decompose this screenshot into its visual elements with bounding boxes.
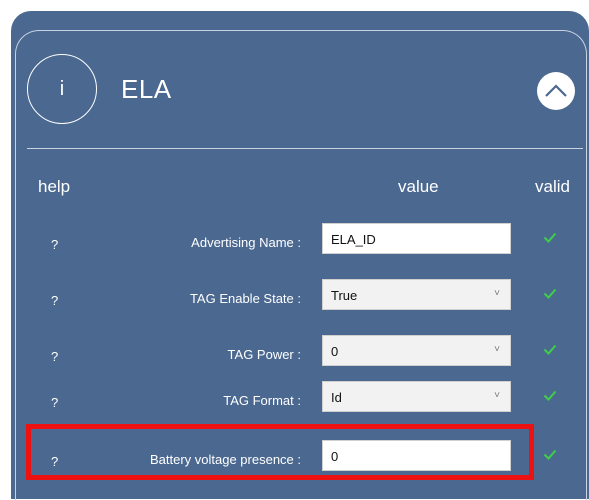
checkmark-icon: [543, 344, 557, 355]
column-header-help: help: [38, 177, 71, 196]
help-button[interactable]: ?: [51, 293, 58, 308]
panel-title: ELA: [121, 74, 172, 104]
collapse-button[interactable]: [537, 72, 575, 110]
chevron-up-icon: [545, 84, 567, 97]
chevron-down-icon: ˅: [494, 344, 500, 355]
info-glyph: i: [59, 77, 65, 100]
help-button[interactable]: ?: [51, 237, 58, 252]
chevron-down-icon: ˅: [494, 288, 500, 299]
help-button[interactable]: ?: [51, 395, 58, 410]
tag-format-select[interactable]: Id ˅: [322, 381, 511, 412]
checkmark-icon: [543, 288, 557, 299]
checkmark-icon: [543, 390, 557, 401]
info-icon[interactable]: i: [27, 54, 97, 124]
row-tag-power: ? TAG Power : 0 ˅: [11, 335, 589, 375]
tag-enable-state-select[interactable]: True ˅: [322, 279, 511, 310]
help-button[interactable]: ?: [51, 349, 58, 364]
field-label: Advertising Name :: [191, 235, 301, 250]
row-advertising-name: ? Advertising Name : ELA_ID: [11, 223, 589, 263]
row-tag-format: ? TAG Format : Id ˅: [11, 381, 589, 421]
tag-power-select[interactable]: 0 ˅: [322, 335, 511, 366]
column-header-valid: valid: [535, 177, 570, 196]
advertising-name-input[interactable]: ELA_ID: [322, 223, 511, 254]
field-label: TAG Enable State :: [189, 291, 301, 306]
field-value: 0: [331, 344, 339, 359]
field-value: Id: [331, 390, 342, 405]
checkmark-icon: [543, 449, 557, 460]
column-header-value: value: [398, 177, 439, 196]
field-value: True: [331, 288, 358, 303]
highlight-box: [26, 424, 534, 480]
chevron-down-icon: ˅: [494, 390, 500, 401]
row-tag-enable-state: ? TAG Enable State : True ˅: [11, 279, 589, 319]
checkmark-icon: [543, 232, 557, 243]
field-value: ELA_ID: [331, 232, 376, 247]
field-label: TAG Format :: [223, 393, 301, 408]
field-label: TAG Power :: [227, 347, 301, 362]
header-divider: [27, 148, 583, 149]
